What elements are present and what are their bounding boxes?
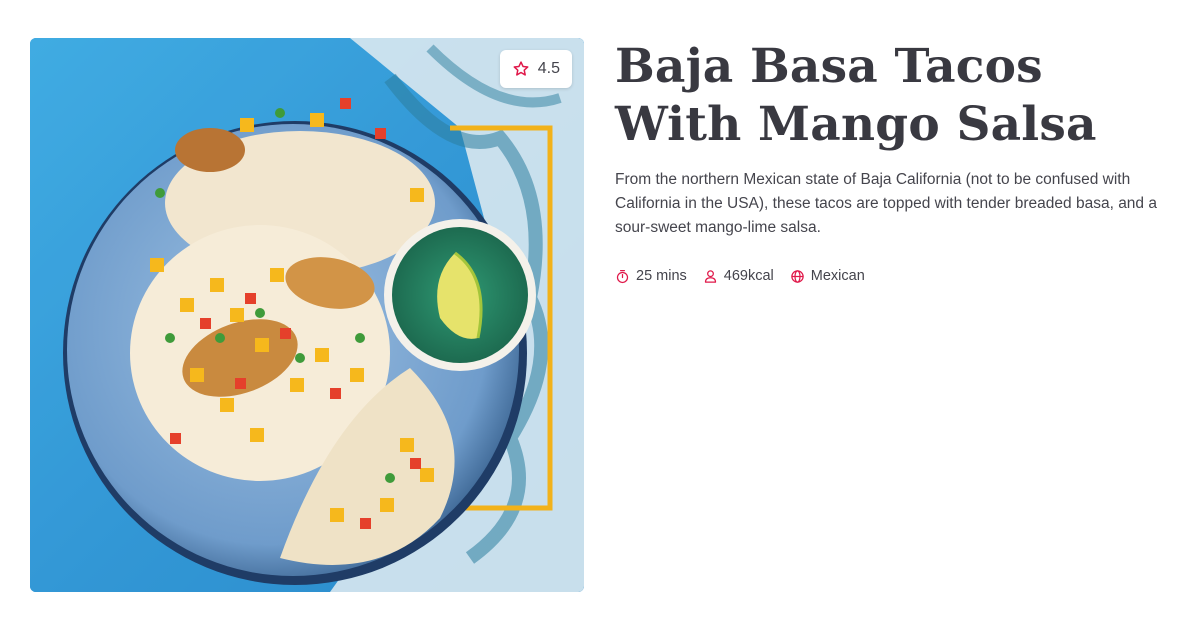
rating-badge[interactable]: 4.5 [499,50,572,88]
recipe-title: Baja Basa Tacos With Mango Salsa [615,39,1097,152]
recipe-image[interactable]: 4.5 [30,38,584,592]
meta-calories: 469kcal [703,268,774,284]
stopwatch-icon [616,269,629,283]
meta-cuisine-text: Mexican [810,268,865,284]
recipe-meta: 25 mins 469kcal Mexican [615,268,1175,284]
rating-value: 4.5 [537,60,560,77]
recipe-description: From the northern Mexican state of Baja … [615,171,1157,236]
globe-icon [791,269,804,283]
recipe-card: 4.5 Baja Basa Tacos With Mango Salsa Fro… [0,0,1200,630]
meta-time: 25 mins [615,268,687,284]
meta-calories-text: 469kcal [723,268,774,284]
recipe-info: Baja Basa Tacos With Mango Salsa From th… [615,38,1175,284]
meta-cuisine: Mexican [790,268,865,284]
star-outline-icon [513,61,529,76]
meta-time-text: 25 mins [636,268,687,284]
tacos-photo [30,38,584,592]
person-icon [704,269,716,283]
